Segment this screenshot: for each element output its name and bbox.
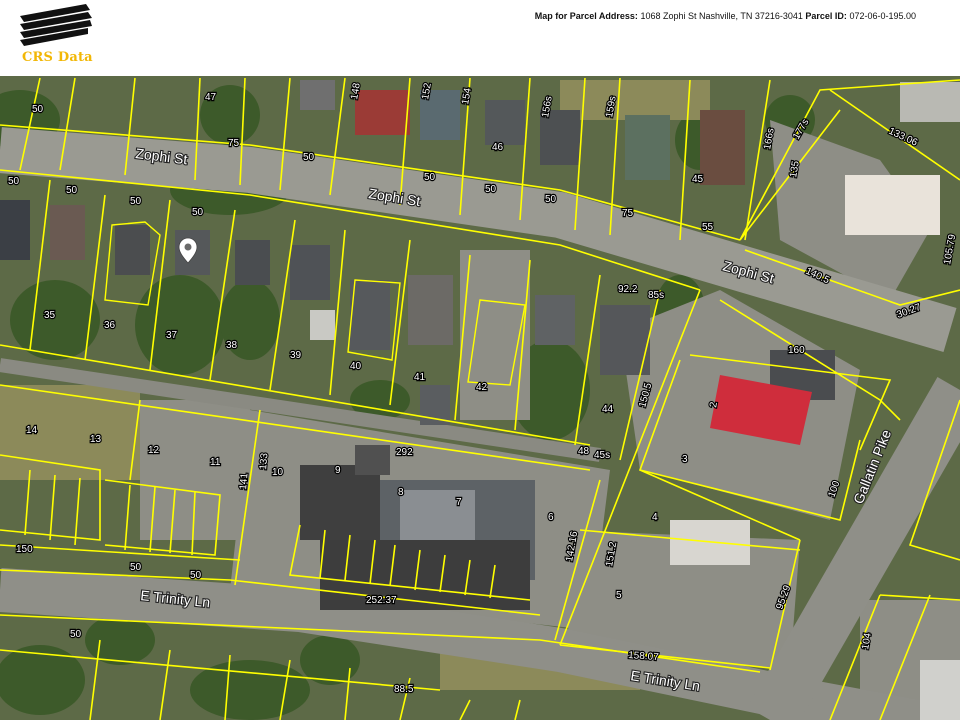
parcel-label: 252.37	[366, 595, 397, 606]
parcel-label: 3	[682, 454, 688, 465]
parcel-label: 47	[205, 92, 217, 103]
parcel-label: 50	[66, 185, 78, 196]
parcel-label: 39	[290, 350, 302, 361]
parcel-label: 8	[398, 487, 404, 498]
parcel-label: 41	[414, 372, 426, 383]
parcel-label: 12	[148, 445, 160, 456]
parcel-label: 50	[192, 207, 204, 218]
parcel-label: 44	[602, 404, 614, 415]
parcel-label: 11	[210, 457, 221, 468]
parcel-label: 38	[226, 340, 238, 351]
parcel-label: 46	[492, 142, 504, 153]
parcel-label: 40	[350, 361, 362, 372]
parcel-label: 50	[70, 629, 82, 640]
parcel-label: 55	[702, 222, 714, 233]
parcel-label: 48	[578, 446, 590, 457]
parcel-label: 50	[130, 196, 142, 207]
parcel-label: 36	[104, 320, 116, 331]
parcel-id: 072-06-0-195.00	[849, 11, 916, 21]
parcel-label: 160	[788, 345, 805, 356]
parcel-label: 50	[32, 104, 44, 115]
parcel-label: 10	[272, 467, 284, 478]
parcel-label: 14	[26, 425, 38, 436]
parcel-label: 42	[476, 382, 488, 393]
parcel-label: 45s	[594, 450, 610, 461]
parcel-label: 50	[485, 184, 497, 195]
parcel-label: 141	[238, 472, 250, 490]
parcel-label: 158.07	[628, 650, 660, 663]
parcel-label: 7	[456, 497, 462, 508]
parcel-label: 37	[166, 330, 178, 341]
parcel-label: 85s	[648, 290, 664, 301]
parcel-label: 9	[335, 465, 341, 476]
parcel-label: 75	[622, 208, 634, 219]
parcel-label: 50	[303, 152, 315, 163]
parcel-label: 4	[652, 512, 658, 523]
parcel-label: 50	[424, 172, 436, 183]
parcel-label: 35	[44, 310, 56, 321]
parcel-label: 133	[258, 452, 270, 470]
parcel-info: Map for Parcel Address: 1068 Zophi St Na…	[535, 11, 916, 21]
parcel-label: 50	[130, 562, 142, 573]
parcel-label: 50	[545, 194, 557, 205]
parcel-label: 75	[228, 138, 240, 149]
parcel-label: 45	[692, 174, 704, 185]
aerial-parcel-map[interactable]: Zophi St Zophi St Zophi St E Trinity Ln …	[0, 76, 960, 725]
address-label: Map for Parcel Address:	[534, 11, 638, 21]
brand-name: CRS Data	[22, 50, 93, 65]
parcel-label: 88.5	[394, 684, 414, 695]
parcel-label: 6	[548, 512, 554, 523]
parcel-label: 292	[396, 447, 413, 458]
parcel-label: 50	[190, 570, 202, 581]
parcel-label: 50	[8, 176, 20, 187]
parcel-id-label: Parcel ID:	[805, 11, 847, 21]
header-bar: CRS Data Map for Parcel Address: 1068 Zo…	[0, 0, 960, 76]
parcel-label: 13	[90, 434, 102, 445]
parcel-label: 150	[16, 544, 33, 555]
parcel-label: 5	[616, 590, 622, 601]
parcel-label: 92.2	[618, 284, 638, 295]
parcel-address: 1068 Zophi St Nashville, TN 37216-3041	[640, 11, 803, 21]
